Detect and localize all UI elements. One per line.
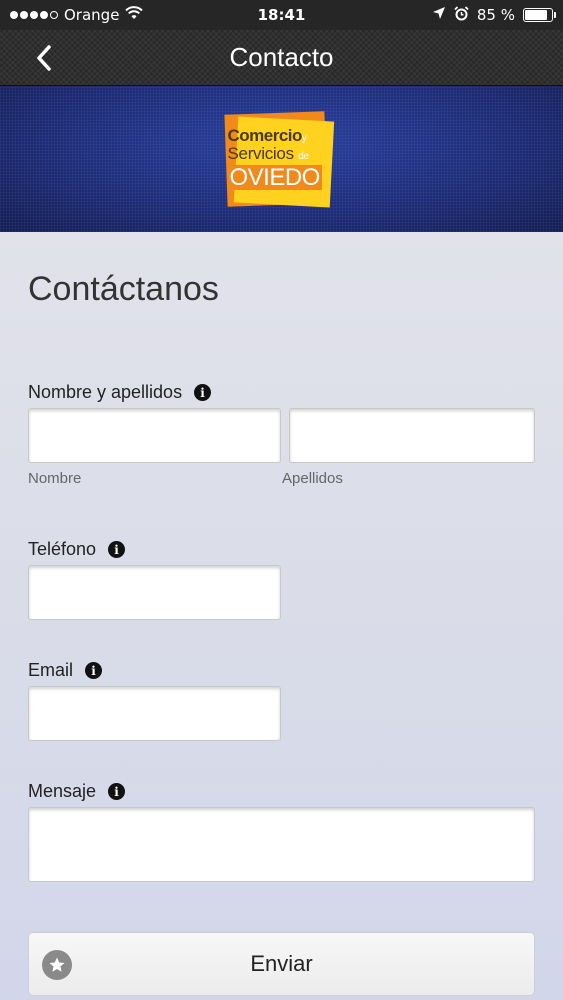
send-button-label: Enviar [250, 951, 313, 976]
status-bar: Orange 18:41 85 % [0, 0, 563, 30]
first-name-sublabel: Nombre [28, 470, 82, 487]
email-input[interactable] [28, 686, 281, 741]
star-icon [42, 950, 72, 980]
status-time: 18:41 [257, 6, 306, 24]
logo-line2-suffix: de [298, 150, 309, 162]
email-label-row: Email i [28, 660, 103, 681]
message-label-row: Mensaje i [28, 781, 126, 802]
contact-form: Contáctanos Nombre y apellidos i Nombre … [0, 232, 563, 1000]
name-label-row: Nombre y apellidos i [28, 382, 212, 403]
nav-bar: Contacto [0, 30, 563, 86]
page-title: Contáctanos [28, 270, 219, 308]
message-textarea[interactable] [28, 807, 535, 882]
location-arrow-icon [432, 6, 446, 24]
logo-line3: OVIEDO [227, 163, 322, 191]
send-button[interactable]: Enviar [28, 932, 535, 996]
info-icon[interactable]: i [108, 783, 126, 800]
nav-title: Contacto [229, 42, 334, 72]
battery-icon [523, 8, 556, 22]
alarm-icon [454, 5, 469, 25]
carrier-name: Orange [64, 6, 120, 24]
logo-text: Comercioy Servicios de OVIEDO [227, 126, 336, 191]
logo-line2: Servicios [227, 143, 295, 163]
phone-label: Teléfono [28, 539, 97, 559]
battery-level-fill [525, 10, 548, 20]
header-banner: Comercioy Servicios de OVIEDO [0, 86, 563, 232]
last-name-sublabel: Apellidos [282, 470, 343, 487]
phone-label-row: Teléfono i [28, 539, 126, 560]
info-icon[interactable]: i [194, 384, 212, 401]
status-right: 85 % [353, 5, 556, 25]
info-icon[interactable]: i [85, 662, 103, 679]
name-label: Nombre y apellidos [28, 382, 183, 402]
signal-dots-icon [10, 11, 58, 19]
email-label: Email [28, 660, 74, 680]
first-name-input[interactable] [28, 408, 281, 463]
message-label: Mensaje [28, 781, 97, 801]
brand-logo: Comercioy Servicios de OVIEDO [223, 109, 338, 209]
info-icon[interactable]: i [108, 541, 126, 558]
battery-percent: 85 % [476, 6, 515, 24]
logo-line1-suffix: y [301, 133, 307, 144]
chevron-left-icon[interactable] [24, 38, 64, 78]
last-name-input[interactable] [289, 408, 535, 463]
wifi-icon [125, 6, 144, 24]
status-left: Orange [10, 6, 210, 24]
phone-input[interactable] [28, 565, 281, 620]
logo-line1: Comercio [227, 126, 303, 145]
